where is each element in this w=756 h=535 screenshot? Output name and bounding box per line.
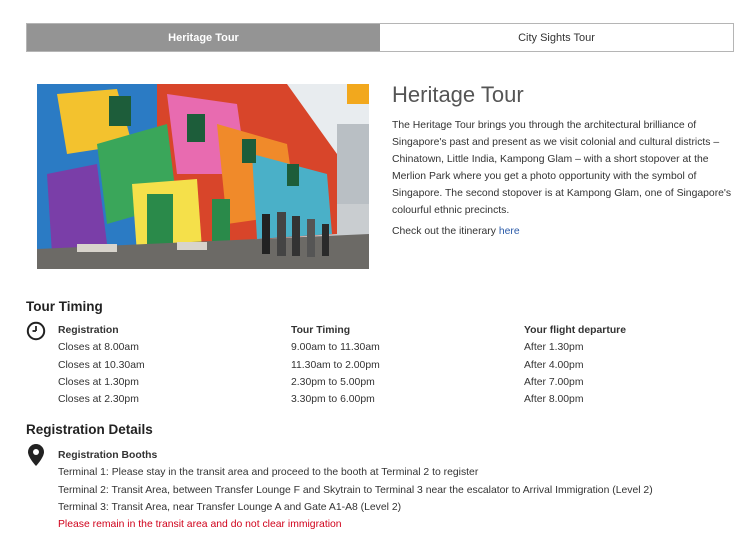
tour-tabs: Heritage Tour City Sights Tour xyxy=(26,23,734,52)
tab-heritage-tour[interactable]: Heritage Tour xyxy=(27,24,380,51)
itinerary-link[interactable]: here xyxy=(499,226,520,237)
flight-departure-row: After 1.30pm xyxy=(524,342,584,354)
registration-booths: Registration Booths Terminal 1: Please s… xyxy=(58,447,653,533)
booth-line: Terminal 2: Transit Area, between Transf… xyxy=(58,484,653,496)
tour-timing-row: 9.00am to 11.30am xyxy=(291,342,380,354)
tab-city-sights-tour[interactable]: City Sights Tour xyxy=(380,24,733,51)
tour-timing-row: 3.30pm to 6.00pm xyxy=(291,394,375,406)
tour-timing-row: 11.30am to 2.00pm xyxy=(291,359,380,371)
immigration-warning: Please remain in the transit area and do… xyxy=(58,519,342,531)
registration-header: Registration xyxy=(58,325,119,336)
registration-row: Closes at 10.30am xyxy=(58,359,145,371)
flight-departure-row: After 4.00pm xyxy=(524,359,584,371)
tour-timing-column: Tour Timing 9.00am to 11.30am 11.30am to… xyxy=(291,322,380,408)
tour-timing-heading: Tour Timing xyxy=(26,299,103,314)
itinerary-text: Check out the itinerary xyxy=(392,226,499,237)
flight-departure-row: After 8.00pm xyxy=(524,394,584,406)
tour-timing-header: Tour Timing xyxy=(291,325,351,336)
tour-title: Heritage Tour xyxy=(392,82,524,107)
flight-departure-column: Your flight departure After 1.30pm After… xyxy=(524,322,626,408)
clock-icon xyxy=(26,321,46,346)
registration-details-heading: Registration Details xyxy=(26,422,153,437)
registration-row: Closes at 2.30pm xyxy=(58,394,139,406)
registration-column: Registration Closes at 8.00am Closes at … xyxy=(58,322,145,408)
map-pin-icon xyxy=(28,444,44,471)
flight-departure-header: Your flight departure xyxy=(524,325,626,336)
booth-line: Terminal 3: Transit Area, near Transfer … xyxy=(58,501,402,513)
tour-timing-row: 2.30pm to 5.00pm xyxy=(291,376,375,388)
flight-departure-row: After 7.00pm xyxy=(524,376,584,388)
heritage-tour-photo xyxy=(37,84,369,269)
tour-description: The Heritage Tour brings you through the… xyxy=(392,120,732,216)
itinerary-line: Check out the itinerary here xyxy=(392,226,520,237)
registration-row: Closes at 1.30pm xyxy=(58,376,139,388)
registration-row: Closes at 8.00am xyxy=(58,342,139,354)
registration-booths-header: Registration Booths xyxy=(58,450,158,461)
booth-line: Terminal 1: Please stay in the transit a… xyxy=(58,467,479,479)
